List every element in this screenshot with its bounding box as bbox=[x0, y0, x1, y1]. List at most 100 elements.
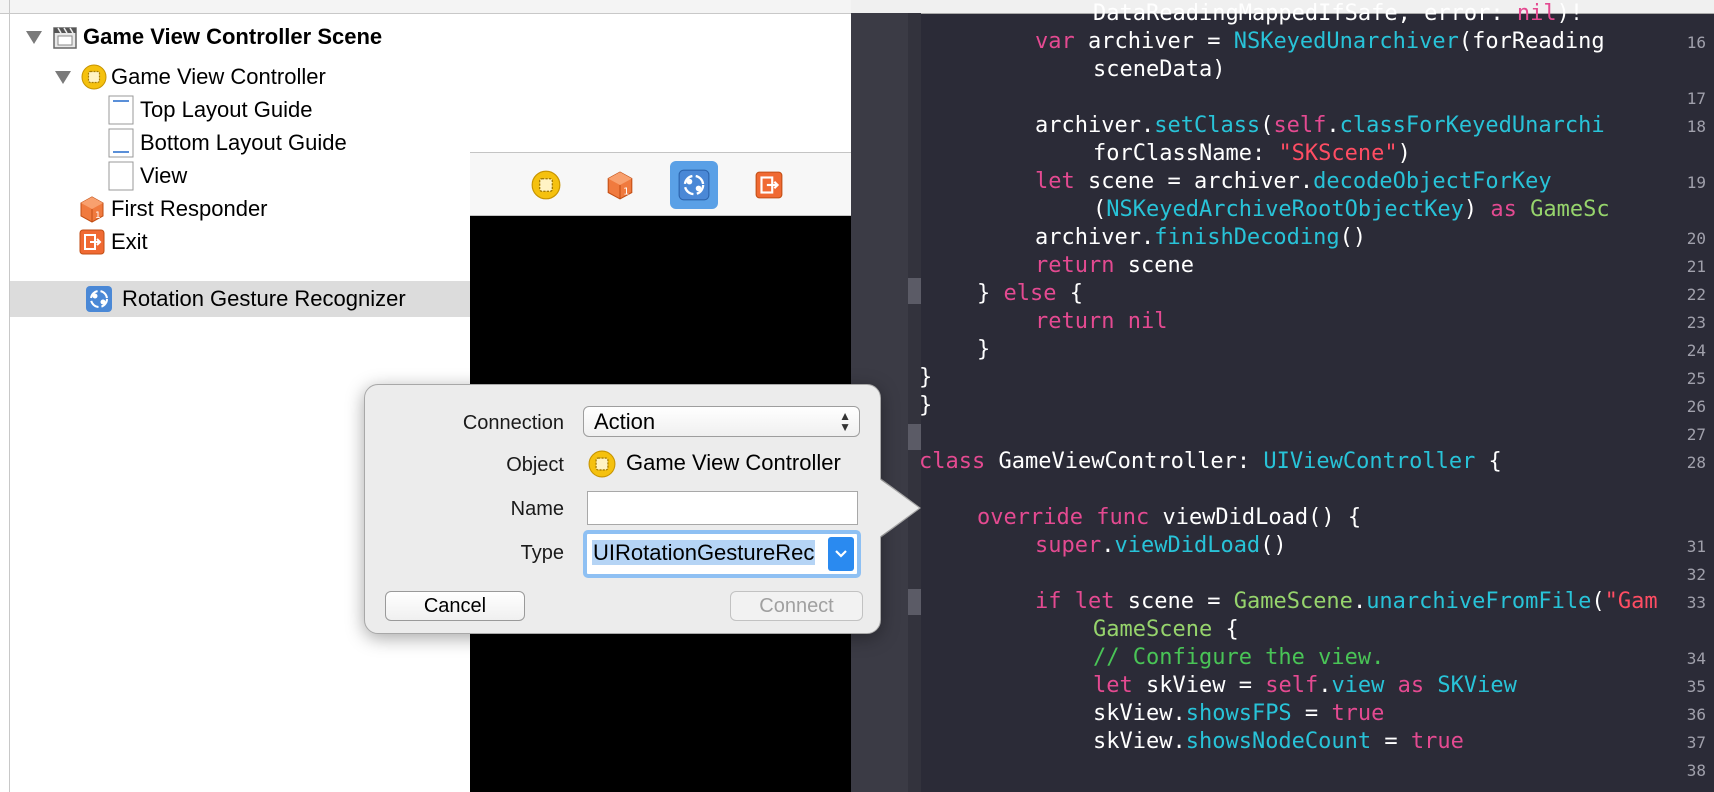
rotation-gesture-icon bbox=[84, 284, 114, 314]
code-line: } bbox=[919, 365, 933, 390]
code-line: skView.showsFPS = true bbox=[1093, 701, 1385, 726]
outline-item-view[interactable]: View bbox=[10, 158, 470, 194]
connection-label: Connection bbox=[462, 412, 564, 434]
outline-item-first-responder[interactable]: 1 First Responder bbox=[10, 191, 470, 227]
line-number: 22 bbox=[1686, 285, 1706, 304]
connect-button[interactable]: Connect bbox=[730, 591, 863, 621]
code-line: if let scene = GameScene.unarchiveFromFi… bbox=[1035, 589, 1658, 614]
outline-item-label: Game View Controller Scene bbox=[83, 24, 383, 49]
line-number: 23 bbox=[1686, 313, 1706, 332]
line-number: 26 bbox=[1686, 397, 1706, 416]
disclosure-triangle-icon[interactable] bbox=[55, 71, 71, 84]
outline-item-label: Top Layout Guide bbox=[140, 97, 313, 122]
line-number: 33 bbox=[1686, 593, 1706, 612]
outline-item-label: Bottom Layout Guide bbox=[140, 130, 347, 155]
code-line: let skView = self.view as SKView bbox=[1093, 673, 1517, 698]
code-line: // Configure the view. bbox=[1093, 645, 1385, 670]
object-label: Object bbox=[506, 454, 564, 476]
line-number: 37 bbox=[1686, 733, 1706, 752]
outline-item-bottom-layout-guide[interactable]: Bottom Layout Guide bbox=[10, 125, 470, 161]
type-label: Type bbox=[520, 542, 564, 564]
canvas-top-bar bbox=[470, 0, 851, 14]
code-line: forClassName: "SKScene") bbox=[1093, 141, 1411, 166]
exit-icon bbox=[77, 227, 107, 257]
scene-icon bbox=[50, 22, 80, 52]
line-number: 27 bbox=[1686, 425, 1706, 444]
line-number: 28 bbox=[1686, 453, 1706, 472]
svg-text:1: 1 bbox=[95, 211, 101, 221]
object-value: Game View Controller bbox=[626, 450, 841, 475]
code-line: sceneData) bbox=[1093, 57, 1226, 82]
type-combo-box[interactable]: UIRotationGestureRec bbox=[583, 530, 861, 578]
line-number: 31 bbox=[1686, 537, 1706, 556]
line-number: 38 bbox=[1686, 761, 1706, 780]
outline-item-view-controller[interactable]: Game View Controller bbox=[10, 59, 470, 95]
outline-item-label: Rotation Gesture Recognizer bbox=[122, 286, 406, 311]
outline-item-label: View bbox=[140, 163, 188, 188]
view-controller-icon[interactable] bbox=[522, 161, 570, 209]
type-input[interactable]: UIRotationGestureRec bbox=[592, 539, 832, 567]
line-number: 34 bbox=[1686, 649, 1706, 668]
code-line: var archiver = NSKeyedUnarchiver(forRead… bbox=[1035, 29, 1605, 54]
code-line: GameScene { bbox=[1093, 617, 1239, 642]
line-number: 36 bbox=[1686, 705, 1706, 724]
exit-icon[interactable] bbox=[745, 161, 793, 209]
code-line: class GameViewController: UIViewControll… bbox=[919, 449, 1502, 474]
outline-top-bar bbox=[0, 0, 470, 14]
code-line: return nil bbox=[1035, 309, 1168, 334]
disclosure-triangle-icon[interactable] bbox=[26, 31, 42, 44]
connection-select[interactable]: Action ▲ ▼ bbox=[583, 406, 860, 437]
outline-item-rotation-gesture-recognizer[interactable]: Rotation Gesture Recognizer bbox=[10, 281, 470, 317]
code-line: super.viewDidLoad() bbox=[1035, 533, 1287, 558]
line-number: 19 bbox=[1686, 173, 1706, 192]
gutter-mark bbox=[908, 278, 921, 304]
name-field[interactable] bbox=[587, 491, 858, 525]
scene-dock: 1 bbox=[470, 153, 851, 216]
code-line: skView.showsNodeCount = true bbox=[1093, 729, 1464, 754]
line-number: 25 bbox=[1686, 369, 1706, 388]
first-responder-icon: 1 bbox=[77, 194, 107, 224]
code-line: override func viewDidLoad() { bbox=[977, 505, 1362, 530]
gutter-mark bbox=[908, 589, 921, 615]
line-number: 17 bbox=[1686, 89, 1706, 108]
chevron-down-icon[interactable] bbox=[828, 537, 854, 571]
view-icon bbox=[106, 161, 136, 191]
connection-popover: Connection Action ▲ ▼ Object Game View Co… bbox=[364, 384, 881, 634]
first-responder-icon[interactable]: 1 bbox=[596, 161, 644, 209]
view-controller-icon bbox=[79, 62, 109, 92]
code-line: archiver.setClass(self.classForKeyedUnar… bbox=[1035, 113, 1605, 138]
code-line: archiver.finishDecoding() bbox=[1035, 225, 1367, 250]
svg-text:1: 1 bbox=[623, 187, 629, 198]
up-down-chevron-icon: ▲ ▼ bbox=[839, 409, 851, 434]
line-number: 20 bbox=[1686, 229, 1706, 248]
code-line: (NSKeyedArchiveRootObjectKey) as GameSc bbox=[1093, 197, 1610, 222]
code-line: let scene = archiver.decodeObjectForKey bbox=[1035, 169, 1552, 194]
layout-guide-icon bbox=[106, 95, 136, 125]
outline-item-exit[interactable]: Exit bbox=[10, 224, 470, 260]
name-label: Name bbox=[510, 498, 564, 520]
type-value: UIRotationGestureRec bbox=[592, 540, 816, 565]
connection-value: Action bbox=[594, 408, 656, 434]
rotation-gesture-icon[interactable] bbox=[670, 161, 718, 209]
code-line: } else { bbox=[977, 281, 1083, 306]
line-number: 18 bbox=[1686, 117, 1706, 136]
line-number: 16 bbox=[1686, 33, 1706, 52]
line-number: 24 bbox=[1686, 341, 1706, 360]
popover-arrow bbox=[878, 478, 919, 538]
code-line: return scene bbox=[1035, 253, 1194, 278]
code-line: } bbox=[977, 337, 991, 362]
line-number: 21 bbox=[1686, 257, 1706, 276]
code-editor[interactable]: 16 17 18 19 20 21 22 23 24 25 26 27 28 3… bbox=[851, 0, 1714, 792]
layout-guide-icon bbox=[106, 128, 136, 158]
line-number: 32 bbox=[1686, 565, 1706, 584]
code-line: } bbox=[919, 393, 933, 418]
gutter-mark bbox=[908, 424, 921, 450]
outline-item-label: Game View Controller bbox=[111, 64, 326, 89]
outline-item-scene[interactable]: Game View Controller Scene bbox=[10, 19, 470, 55]
outline-item-label: First Responder bbox=[111, 196, 268, 221]
cancel-button[interactable]: Cancel bbox=[385, 591, 525, 621]
outline-item-top-layout-guide[interactable]: Top Layout Guide bbox=[10, 92, 470, 128]
line-number: 35 bbox=[1686, 677, 1706, 696]
outline-item-label: Exit bbox=[111, 229, 148, 254]
code-line: DataReadingMappedIfSafe, error: nil)! bbox=[1093, 1, 1584, 26]
